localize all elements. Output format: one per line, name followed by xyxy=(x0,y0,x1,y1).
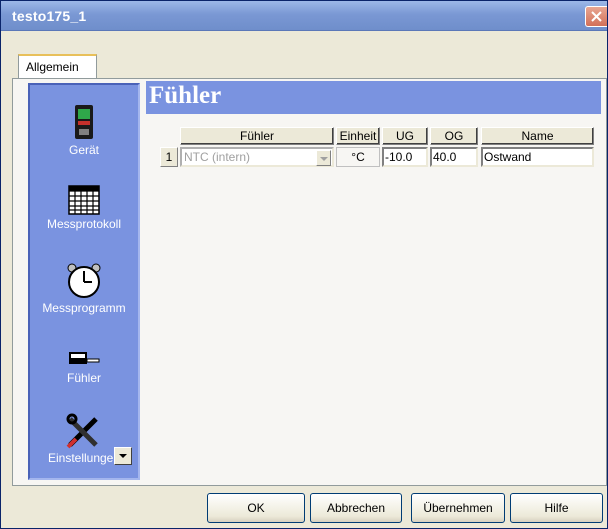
page-title: Fühler xyxy=(146,81,601,114)
sidebar-item-label: Messprotokoll xyxy=(46,217,122,231)
sidebar-item-messprotokoll[interactable]: Messprotokoll xyxy=(30,185,138,231)
name-input[interactable]: Ostwand xyxy=(481,147,594,167)
dialog-window: testo175_1 Allgemein Gerät Messprotokoll… xyxy=(0,0,608,529)
column-header-fuehler: Fühler xyxy=(180,127,334,145)
tools-icon xyxy=(66,413,98,449)
window-title: testo175_1 xyxy=(12,8,87,24)
tab-allgemein[interactable]: Allgemein xyxy=(18,54,97,79)
sidebar: Gerät Messprotokoll Messprogramm Fühler … xyxy=(28,83,140,480)
sidebar-item-label: Einstellungen xyxy=(47,451,121,465)
unit-value: °C xyxy=(336,147,380,167)
row-number: 1 xyxy=(160,147,178,167)
column-header-og: OG xyxy=(430,127,478,145)
sidebar-item-messprogramm[interactable]: Messprogramm xyxy=(30,261,138,315)
og-input[interactable]: 40.0 xyxy=(430,147,478,167)
sidebar-item-geraet[interactable]: Gerät xyxy=(30,103,138,157)
close-button[interactable] xyxy=(585,6,607,27)
device-battery-icon xyxy=(75,105,93,139)
stopwatch-icon xyxy=(67,263,101,298)
sidebar-item-label: Gerät xyxy=(68,143,99,157)
column-header-name: Name xyxy=(481,127,594,145)
probe-icon xyxy=(69,352,100,364)
chevron-down-icon[interactable] xyxy=(316,150,331,166)
column-header-ug: UG xyxy=(382,127,428,145)
cancel-button[interactable]: Abbrechen xyxy=(310,493,402,523)
ug-input[interactable]: -10.0 xyxy=(382,147,428,167)
sidebar-item-fuehler[interactable]: Fühler xyxy=(30,349,138,385)
sidebar-item-label: Messprogramm xyxy=(42,301,126,315)
column-header-einheit: Einheit xyxy=(336,127,380,145)
sidebar-item-label: Fühler xyxy=(66,371,101,385)
grid-table-icon xyxy=(68,185,100,215)
apply-button[interactable]: Übernehmen xyxy=(411,493,505,523)
probe-select-value: NTC (intern) xyxy=(184,150,251,164)
ok-button[interactable]: OK xyxy=(207,493,305,523)
sidebar-scroll-down-button[interactable] xyxy=(114,447,132,465)
title-bar[interactable]: testo175_1 xyxy=(1,1,607,31)
close-icon xyxy=(591,11,602,22)
probe-select[interactable]: NTC (intern) xyxy=(180,147,334,167)
help-button[interactable]: Hilfe xyxy=(510,493,603,523)
